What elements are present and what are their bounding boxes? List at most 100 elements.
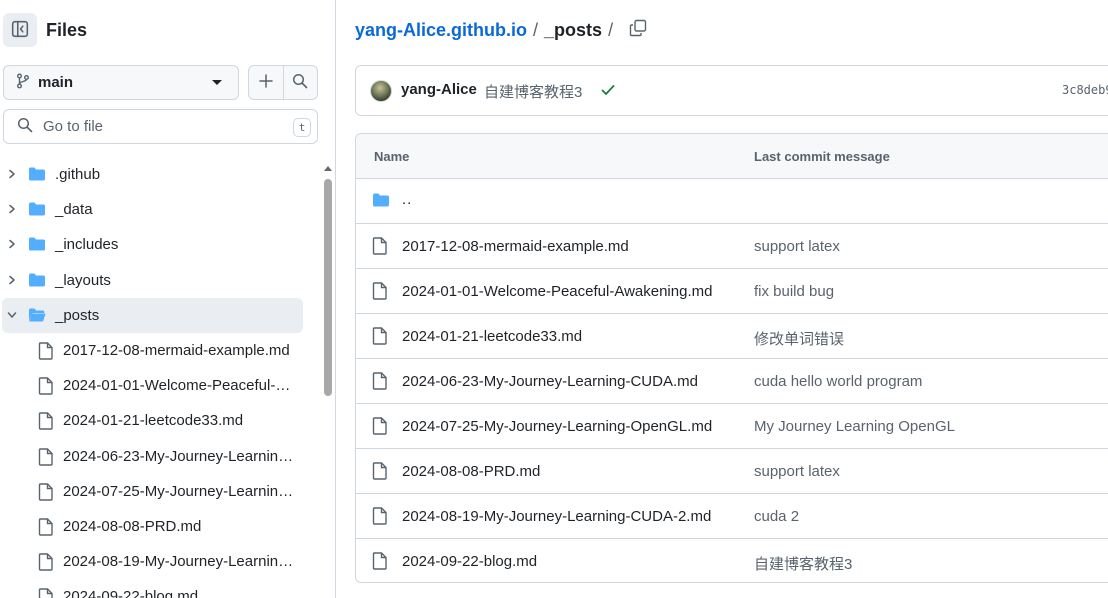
- go-to-file-input[interactable]: Go to file t: [3, 109, 318, 144]
- tree-file-item[interactable]: 2024-01-01-Welcome-Peaceful-Awakening.md: [2, 368, 303, 403]
- tree-file-item[interactable]: 2024-01-21-leetcode33.md: [2, 403, 303, 438]
- file-icon: [372, 282, 388, 303]
- commit-message-link[interactable]: cuda hello world program: [754, 373, 922, 390]
- folder-icon: [28, 236, 46, 255]
- file-icon: [38, 448, 54, 469]
- search-icon: [17, 117, 33, 136]
- commit-message-link[interactable]: fix build bug: [754, 283, 834, 300]
- file-name-link[interactable]: 2017-12-08-mermaid-example.md: [402, 238, 629, 255]
- commit-message-link[interactable]: 自建博客教程3: [484, 81, 582, 102]
- file-name-link[interactable]: 2024-01-21-leetcode33.md: [402, 328, 582, 345]
- file-name-link[interactable]: 2024-06-23-My-Journey-Learning-CUDA.md: [402, 373, 698, 390]
- plus-icon: [258, 73, 274, 92]
- tree-item-label: 2017-12-08-mermaid-example.md: [63, 342, 290, 359]
- commit-message-link[interactable]: 自建博客教程3: [754, 553, 852, 574]
- file-name-link[interactable]: 2024-08-19-My-Journey-Learning-CUDA-2.md: [402, 508, 711, 525]
- folder-open-icon: [28, 307, 46, 326]
- file-icon: [372, 327, 388, 348]
- commit-message-link[interactable]: My Journey Learning OpenGL: [754, 418, 955, 435]
- git-branch-icon: [16, 73, 30, 92]
- column-header-name: Name: [374, 149, 410, 164]
- tree-item-label: 2024-09-22-blog.md: [63, 588, 199, 598]
- file-name-link[interactable]: 2024-08-08-PRD.md: [402, 463, 540, 480]
- table-row: 2024-08-19-My-Journey-Learning-CUDA-2.md…: [356, 494, 1108, 539]
- tree-item-label: _layouts: [55, 272, 111, 289]
- commit-message-link[interactable]: cuda 2: [754, 508, 799, 525]
- tree-item-label: _posts: [55, 307, 100, 324]
- tree-item-github[interactable]: .github: [2, 157, 303, 192]
- chevron-right-icon[interactable]: [6, 203, 18, 215]
- folder-icon: [28, 166, 46, 185]
- tree-item-label: _data: [55, 201, 93, 218]
- file-tree-sidebar: Files main Go to file t .github _data _i…: [0, 0, 336, 598]
- file-tree: .github _data _includes _layouts _posts …: [0, 157, 320, 598]
- file-icon: [38, 588, 54, 598]
- table-row: 2024-06-23-My-Journey-Learning-CUDA.md c…: [356, 359, 1108, 404]
- tree-file-item[interactable]: 2024-09-22-blog.md: [2, 579, 303, 598]
- main-content: yang-Alice.github.io / _posts / yang-Ali…: [336, 0, 1108, 598]
- column-header-message: Last commit message: [754, 149, 890, 164]
- tree-item-label: 2024-01-01-Welcome-Peaceful-Awakening.md: [63, 377, 295, 394]
- tree-item-layouts[interactable]: _layouts: [2, 263, 303, 298]
- sidebar-collapse-icon: [11, 20, 29, 41]
- tree-file-item[interactable]: 2024-06-23-My-Journey-Learning-CUDA.md: [2, 439, 303, 474]
- tree-item-label: 2024-06-23-My-Journey-Learning-CUDA.md: [63, 448, 295, 465]
- file-name-link[interactable]: 2024-01-01-Welcome-Peaceful-Awakening.md: [402, 283, 712, 300]
- breadcrumb-separator: /: [533, 19, 539, 40]
- table-header: Name Last commit message: [356, 134, 1108, 179]
- search-icon: [292, 73, 308, 92]
- collapse-sidebar-button[interactable]: [3, 13, 37, 47]
- tree-file-item[interactable]: 2024-08-08-PRD.md: [2, 509, 303, 544]
- commit-message-link[interactable]: 修改单词错误: [754, 328, 844, 349]
- chevron-right-icon[interactable]: [6, 274, 18, 286]
- search-code-button[interactable]: [282, 66, 317, 99]
- commit-sha-link[interactable]: 3c8deb9: [1062, 83, 1108, 97]
- sidebar-scrollbar[interactable]: [321, 164, 335, 598]
- file-icon: [372, 417, 388, 438]
- check-icon[interactable]: [600, 82, 616, 101]
- copy-icon: [629, 19, 647, 42]
- chevron-right-icon[interactable]: [6, 168, 18, 180]
- scrollbar-thumb[interactable]: [324, 179, 332, 396]
- avatar[interactable]: [370, 80, 392, 102]
- tree-item-label: .github: [55, 166, 101, 183]
- tree-item-includes[interactable]: _includes: [2, 227, 303, 262]
- file-name-link[interactable]: 2024-09-22-blog.md: [402, 553, 537, 570]
- file-list-table: Name Last commit message .. 2017-12-08-m…: [355, 133, 1108, 583]
- add-file-button[interactable]: [249, 66, 283, 99]
- chevron-down-icon[interactable]: [6, 309, 18, 321]
- commit-message-link[interactable]: support latex: [754, 463, 840, 480]
- folder-icon: [28, 201, 46, 220]
- copy-path-button[interactable]: [627, 19, 649, 41]
- tree-file-item[interactable]: 2024-07-25-My-Journey-Learning-OpenGL.md: [2, 474, 303, 509]
- parent-directory-row[interactable]: ..: [356, 179, 1108, 224]
- file-icon: [38, 553, 54, 574]
- breadcrumb-repo-link[interactable]: yang-Alice.github.io: [355, 20, 527, 41]
- chevron-right-icon[interactable]: [6, 238, 18, 250]
- parent-directory-link[interactable]: ..: [402, 191, 412, 208]
- tree-file-item[interactable]: 2024-08-19-My-Journey-Learning-CUDA-2.md: [2, 544, 303, 579]
- breadcrumb-separator: /: [608, 19, 614, 40]
- sidebar-header: Files: [3, 13, 87, 47]
- table-row: 2024-01-01-Welcome-Peaceful-Awakening.md…: [356, 269, 1108, 314]
- scroll-up-arrow-icon[interactable]: [324, 166, 332, 171]
- file-icon: [38, 518, 54, 539]
- commit-author-link[interactable]: yang-Alice: [401, 81, 477, 98]
- file-icon: [372, 237, 388, 258]
- sidebar-action-group: [248, 65, 318, 100]
- tree-item-label: 2024-01-21-leetcode33.md: [63, 412, 244, 429]
- go-to-file-placeholder: Go to file: [43, 118, 104, 135]
- tree-item-label: 2024-07-25-My-Journey-Learning-OpenGL.md: [63, 483, 295, 500]
- table-row: 2024-01-21-leetcode33.md 修改单词错误: [356, 314, 1108, 359]
- folder-icon: [28, 272, 46, 291]
- file-name-link[interactable]: 2024-07-25-My-Journey-Learning-OpenGL.md: [402, 418, 712, 435]
- chevron-down-icon: [212, 80, 222, 85]
- tree-item-data[interactable]: _data: [2, 192, 303, 227]
- tree-file-item[interactable]: 2017-12-08-mermaid-example.md: [2, 333, 303, 368]
- commit-message-link[interactable]: support latex: [754, 238, 840, 255]
- file-icon: [372, 372, 388, 393]
- file-icon: [372, 507, 388, 528]
- table-row: 2017-12-08-mermaid-example.md support la…: [356, 224, 1108, 269]
- branch-selector-button[interactable]: main: [3, 65, 239, 100]
- tree-item-posts[interactable]: _posts: [2, 298, 303, 333]
